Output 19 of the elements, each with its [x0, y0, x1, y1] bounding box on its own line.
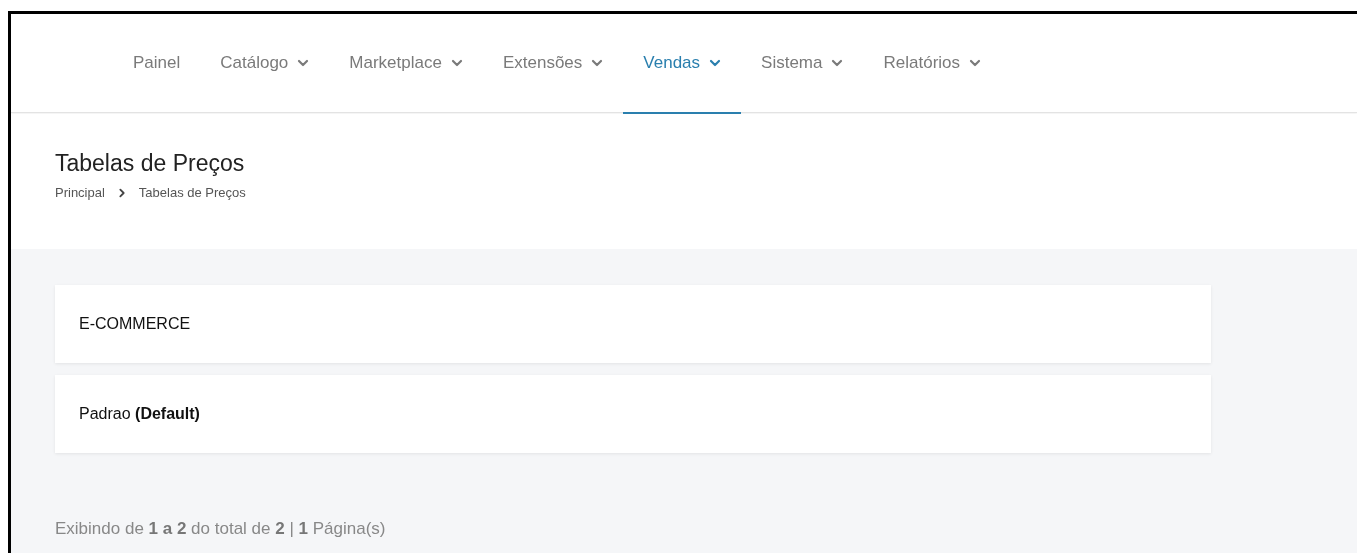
- price-table-item[interactable]: Padrao (Default): [55, 375, 1211, 453]
- nav-tab[interactable]: Painel: [113, 14, 201, 114]
- chevron-right-icon: [116, 187, 127, 198]
- nav-tab[interactable]: Extensões: [482, 14, 624, 114]
- pagination-summary: Exibindo de 1 a 2 do total de 2 | 1 Página(s): [55, 519, 387, 539]
- breadcrumb-current: Tabelas de Preços: [138, 185, 246, 200]
- price-table-item[interactable]: E-COMMERCE: [55, 285, 1211, 363]
- chevron-down-icon: [969, 57, 982, 69]
- chevron-down-icon: [450, 57, 463, 69]
- chevron-down-icon: [297, 57, 310, 69]
- nav-tab[interactable]: Relatórios: [863, 14, 1002, 114]
- nav-tab[interactable]: Marketplace: [329, 14, 483, 114]
- chevron-down-icon: [709, 57, 722, 69]
- chevron-down-icon: [591, 57, 604, 69]
- breadcrumb-link[interactable]: Principal: [55, 185, 105, 200]
- chevron-down-icon: [831, 57, 844, 69]
- nav-tab[interactable]: Catálogo: [200, 14, 330, 114]
- nav-tab[interactable]: Sistema: [741, 14, 864, 114]
- page-title: Tabelas de Preços: [55, 150, 246, 177]
